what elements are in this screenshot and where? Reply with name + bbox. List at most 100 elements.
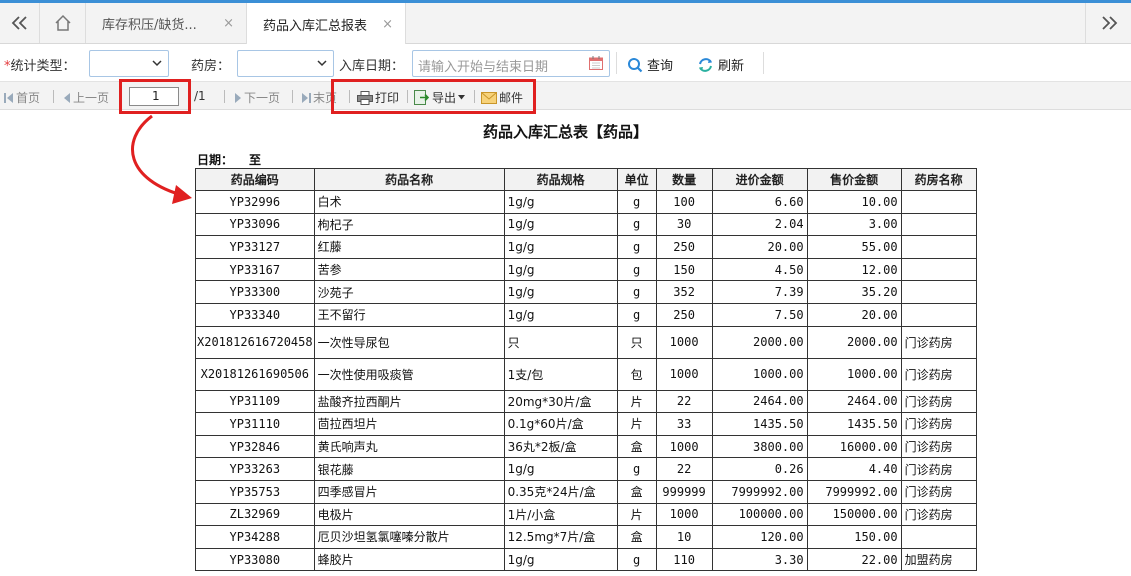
cell-purchase-amount: 120.00 xyxy=(711,525,808,549)
cell-drug-spec: 0.1g*60片/盒 xyxy=(503,412,618,436)
cell-unit: g xyxy=(616,235,657,259)
cell-quantity: 1000 xyxy=(655,325,713,359)
tab-drug-inbound-summary[interactable]: 药品入库汇总报表 × xyxy=(247,3,406,45)
pharmacy-select[interactable] xyxy=(237,50,334,77)
date-placeholder: 请输入开始与结束日期 xyxy=(418,60,549,75)
cell-pharmacy-name: 门诊药房 xyxy=(900,357,977,391)
table-row: YP33340 王不留行 1g/g g 250 7.50 20.00 xyxy=(195,302,977,327)
stat-type-select[interactable] xyxy=(89,50,169,77)
cell-sale-amount: 1000.00 xyxy=(806,357,902,391)
refresh-icon xyxy=(699,57,712,72)
last-page-icon xyxy=(302,92,311,103)
cell-pharmacy-name xyxy=(900,257,977,282)
home-tab-button[interactable] xyxy=(40,3,86,43)
cell-sale-amount: 10.00 xyxy=(806,190,902,214)
cell-purchase-amount: 7999992.00 xyxy=(711,479,808,504)
double-chevron-left-icon xyxy=(11,16,27,30)
column-header: 药品编码 xyxy=(195,168,315,191)
date-label: 入库日期： xyxy=(339,59,405,74)
cell-drug-name: 银花藤 xyxy=(313,457,505,481)
cell-unit: g xyxy=(616,257,657,282)
date-to: 至 xyxy=(249,153,262,167)
next-page-icon xyxy=(235,92,241,103)
scroll-tabs-right-button[interactable] xyxy=(1085,3,1131,43)
table-row: YP33167 苦参 1g/g g 150 4.50 12.00 xyxy=(195,257,977,282)
report-date-line: 日期： 至 xyxy=(197,151,261,168)
first-page-button[interactable]: 首页 xyxy=(4,89,40,106)
cell-quantity: 100 xyxy=(655,190,713,214)
cell-drug-spec: 1支/包 xyxy=(503,357,618,391)
cell-drug-code: X20181261690506 xyxy=(195,357,315,391)
cell-sale-amount: 55.00 xyxy=(806,235,902,259)
next-page-button[interactable]: 下一页 xyxy=(234,89,280,106)
first-page-icon xyxy=(4,92,13,103)
cell-drug-spec: 1g/g xyxy=(503,547,618,572)
cell-sale-amount: 2000.00 xyxy=(806,325,902,359)
cell-drug-code: YP35753 xyxy=(195,479,315,504)
cell-quantity: 352 xyxy=(655,280,713,304)
table-row: YP33127 红藤 1g/g g 250 20.00 55.00 xyxy=(195,235,977,259)
cell-drug-code: ZL32969 xyxy=(195,502,315,527)
cell-drug-spec: 12.5mg*7片/盒 xyxy=(503,525,618,549)
cell-drug-code: YP33340 xyxy=(195,302,315,327)
cell-quantity: 999999 xyxy=(655,479,713,504)
table-row: YP33300 沙苑子 1g/g g 352 7.39 35.20 xyxy=(195,280,977,304)
refresh-button[interactable]: 刷新 xyxy=(697,55,744,74)
column-header: 单位 xyxy=(616,168,657,191)
cell-drug-code: YP33096 xyxy=(195,212,315,237)
cell-drug-spec: 只 xyxy=(503,325,618,359)
tab-label: 库存积压/缺货... xyxy=(102,18,197,33)
cell-drug-code: YP33080 xyxy=(195,547,315,572)
cell-drug-name: 红藤 xyxy=(313,235,505,259)
cell-drug-name: 王不留行 xyxy=(313,302,505,327)
cell-pharmacy-name: 门诊药房 xyxy=(900,434,977,459)
tab-inventory-overstock[interactable]: 库存积压/缺货... × xyxy=(86,3,247,44)
query-label: 查询 xyxy=(647,59,674,74)
cell-drug-spec: 1g/g xyxy=(503,280,618,304)
cell-quantity: 30 xyxy=(655,212,713,237)
close-icon[interactable]: × xyxy=(382,17,393,32)
cell-pharmacy-name xyxy=(900,190,977,214)
cell-pharmacy-name: 门诊药房 xyxy=(900,479,977,504)
cell-unit: 包 xyxy=(616,357,657,391)
next-page-label: 下一页 xyxy=(244,91,281,105)
divider xyxy=(763,52,764,74)
prev-page-button[interactable]: 上一页 xyxy=(63,89,109,106)
table-row: YP35753 四季感冒片 0.35克*24片/盒盒 999999 7999992.00… xyxy=(195,479,977,504)
date-range-input[interactable]: 请输入开始与结束日期 xyxy=(412,50,610,77)
cell-drug-name: 一次性使用吸痰管 xyxy=(313,357,505,391)
home-icon xyxy=(54,14,71,31)
cell-unit: g xyxy=(616,212,657,237)
cell-unit: g xyxy=(616,547,657,572)
table-row: ZL32969 电极片 1片/小盒片 1000 100000.00 150000.00 门诊… xyxy=(195,502,977,527)
cell-sale-amount: 16000.00 xyxy=(806,434,902,459)
calendar-icon[interactable] xyxy=(588,55,604,71)
refresh-label: 刷新 xyxy=(718,59,745,74)
date-label: 日期： xyxy=(197,153,234,167)
cell-pharmacy-name xyxy=(900,212,977,237)
query-button[interactable]: 查询 xyxy=(627,55,673,74)
cell-sale-amount: 4.40 xyxy=(806,457,902,481)
table-row: X201812616720458 一次性导尿包只只 1000 2000.00 2000.… xyxy=(195,325,977,359)
cell-drug-code: YP31110 xyxy=(195,412,315,436)
cell-quantity: 22 xyxy=(655,457,713,481)
cell-quantity: 1000 xyxy=(655,434,713,459)
cell-pharmacy-name: 门诊药房 xyxy=(900,457,977,481)
table-row: YP31109 盐酸齐拉西酮片 20mg*30片/盒片 22 2464.00 2464.0… xyxy=(195,389,977,414)
cell-pharmacy-name: 门诊药房 xyxy=(900,412,977,436)
cell-drug-spec: 1g/g xyxy=(503,212,618,237)
cell-drug-code: X201812616720458 xyxy=(195,325,315,359)
cell-quantity: 110 xyxy=(655,547,713,572)
cell-purchase-amount: 20.00 xyxy=(711,235,808,259)
divider xyxy=(616,52,617,74)
page-input-highlight xyxy=(119,79,191,114)
cell-purchase-amount: 1000.00 xyxy=(711,357,808,391)
cell-unit: g xyxy=(616,280,657,304)
cell-sale-amount: 12.00 xyxy=(806,257,902,282)
cell-unit: g xyxy=(616,302,657,327)
cell-drug-name: 一次性导尿包 xyxy=(313,325,505,359)
scroll-tabs-left-button[interactable] xyxy=(0,3,40,43)
table-row: YP33080 蜂胶片 1g/g g 110 3.30 22.00 加盟药房 xyxy=(195,547,977,572)
close-icon[interactable]: × xyxy=(223,16,234,31)
column-header: 进价金额 xyxy=(711,168,808,191)
